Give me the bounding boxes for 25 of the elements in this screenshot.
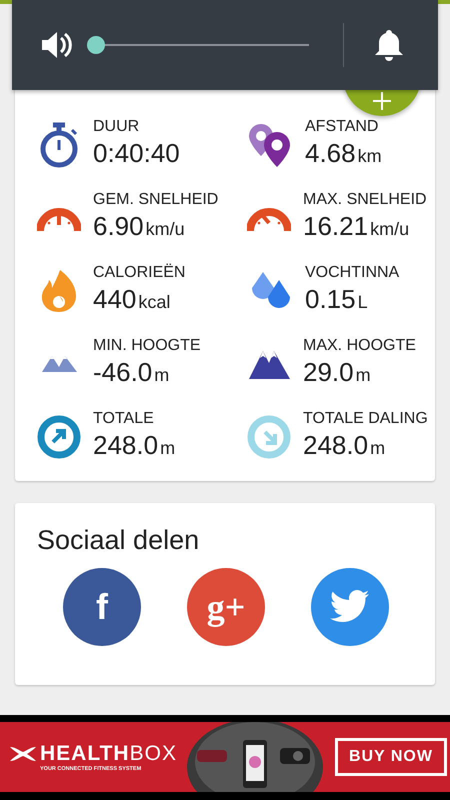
stat-value: 0:40:40: [93, 138, 180, 169]
stat-value: 248.0 m: [93, 430, 176, 461]
stat-label: MAX. SNELHEID: [303, 191, 427, 209]
stat-label: DUUR: [93, 118, 140, 136]
card-title: Sociaal delen: [36, 525, 200, 556]
stat-label: MIN. HOOGTE: [93, 337, 201, 355]
stat-value: -46.0 m: [93, 357, 170, 388]
brand-name: HEALTHBOX: [40, 742, 177, 766]
google-plus-button[interactable]: g+: [187, 568, 265, 646]
stat-value: 4.68 km: [305, 138, 382, 169]
buy-now-button[interactable]: BUY NOW: [334, 738, 447, 776]
stat-value: 248.0 m: [303, 430, 386, 461]
stat-value: 0.15 L: [305, 284, 369, 315]
stat-label: MAX. HOOGTE: [303, 337, 416, 355]
stat-value: 16.21 km/u: [303, 211, 410, 242]
stat-value: 6.90 km/u: [93, 211, 186, 242]
stat-label: CALORIEËN: [93, 264, 186, 282]
stat-label: TOTALE DALING: [303, 410, 428, 428]
stat-label: VOCHTINNA: [305, 264, 400, 282]
stat-label: TOTALE: [93, 410, 155, 428]
stat-label: GEM. SNELHEID: [93, 191, 218, 209]
stat-value: 440 kcal: [93, 284, 172, 315]
facebook-button[interactable]: f: [63, 568, 141, 646]
stat-label: AFSTAND: [305, 118, 380, 136]
stat-value: 29.0 m: [303, 357, 372, 388]
